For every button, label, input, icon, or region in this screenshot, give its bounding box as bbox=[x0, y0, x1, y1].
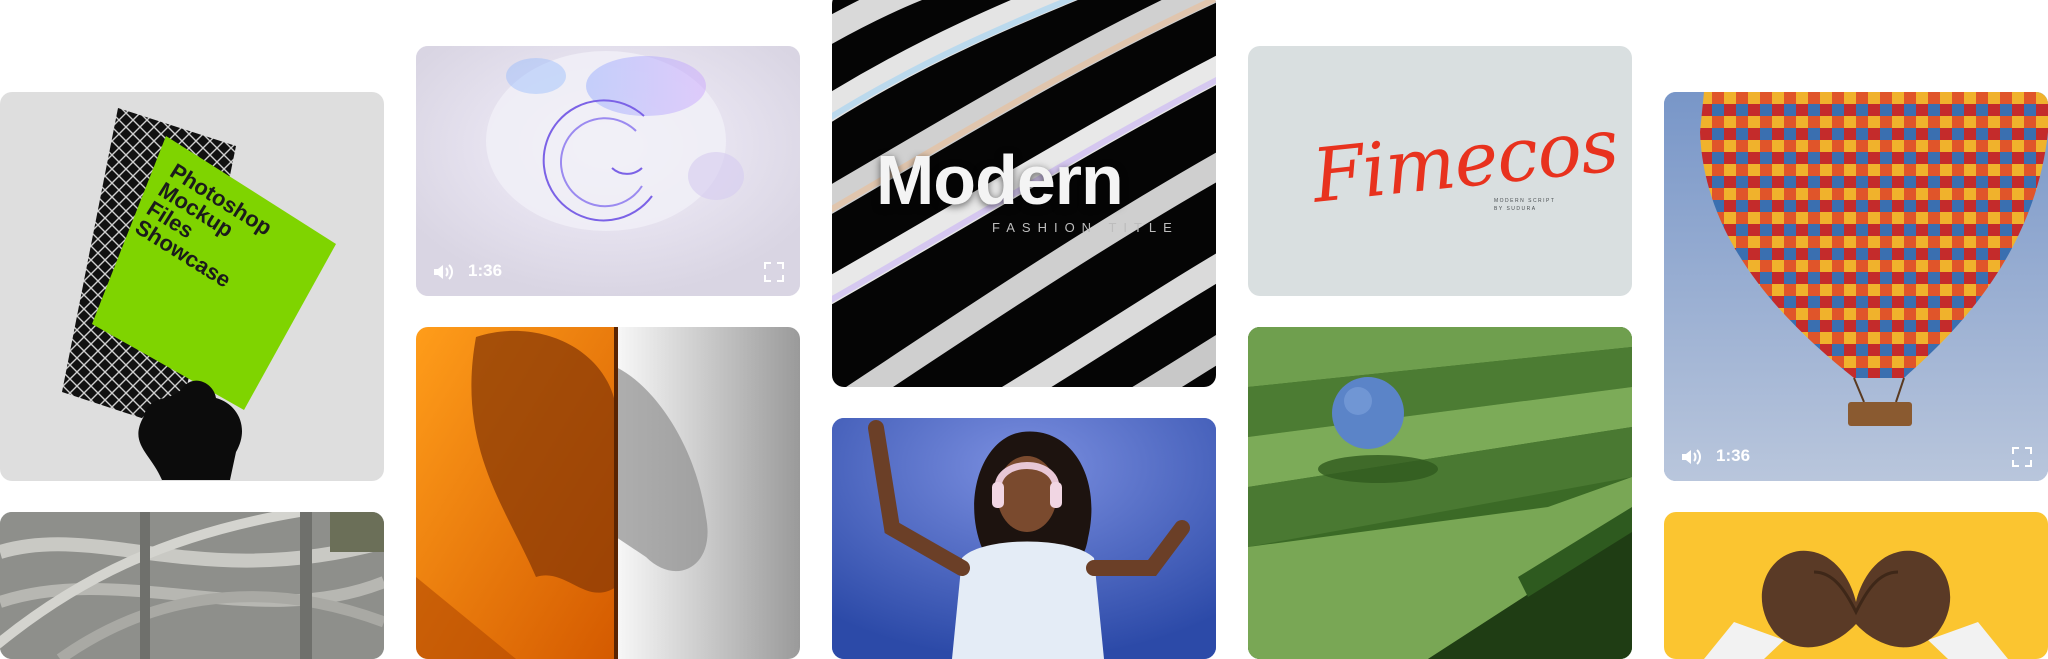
fullscreen-icon[interactable] bbox=[764, 262, 784, 282]
fimecos-font-tile[interactable]: Fimecos MODERN SCRIPT BY SUDURA bbox=[1248, 46, 1632, 296]
modern-subtitle: FASHION TITLE bbox=[992, 220, 1179, 235]
mockup-tile[interactable]: Photoshop Mockup Files Showcase bbox=[0, 92, 384, 481]
fimecos-subtitle-1: MODERN SCRIPT bbox=[1494, 198, 1556, 204]
fimecos-subtitle-2: BY SUDURA bbox=[1494, 206, 1537, 212]
heart-hands-tile[interactable] bbox=[1664, 512, 2048, 659]
dancing-woman-photo bbox=[832, 418, 1216, 659]
monstera-shadow-tile[interactable] bbox=[416, 327, 800, 659]
video-duration: 1:36 bbox=[1716, 446, 1751, 465]
modern-title-tile[interactable]: Modern FASHION TITLE bbox=[832, 0, 1216, 387]
heart-hands-render bbox=[1704, 550, 2008, 659]
green-steps-render bbox=[1248, 327, 1632, 659]
video-controls: 1:36 bbox=[416, 226, 800, 296]
video-duration: 1:36 bbox=[468, 261, 503, 280]
headphones-photo-tile[interactable] bbox=[832, 418, 1216, 659]
balloon-video-tile[interactable]: 1:36 bbox=[1664, 92, 2048, 481]
abstract-video-tile[interactable]: 1:36 bbox=[416, 46, 800, 296]
monstera-shadow-photo bbox=[416, 327, 800, 659]
fimecos-title: Fimecos bbox=[1308, 102, 1622, 220]
volume-icon[interactable] bbox=[432, 262, 454, 282]
modern-title: Modern bbox=[876, 141, 1124, 219]
fullscreen-icon[interactable] bbox=[2012, 447, 2032, 467]
volume-icon[interactable] bbox=[1680, 447, 1702, 467]
green-steps-tile[interactable] bbox=[1248, 327, 1632, 659]
mockup-artwork bbox=[62, 108, 336, 480]
highway-photo bbox=[0, 512, 384, 659]
video-controls: 1:36 bbox=[1664, 411, 2048, 481]
highway-tile[interactable] bbox=[0, 512, 384, 659]
